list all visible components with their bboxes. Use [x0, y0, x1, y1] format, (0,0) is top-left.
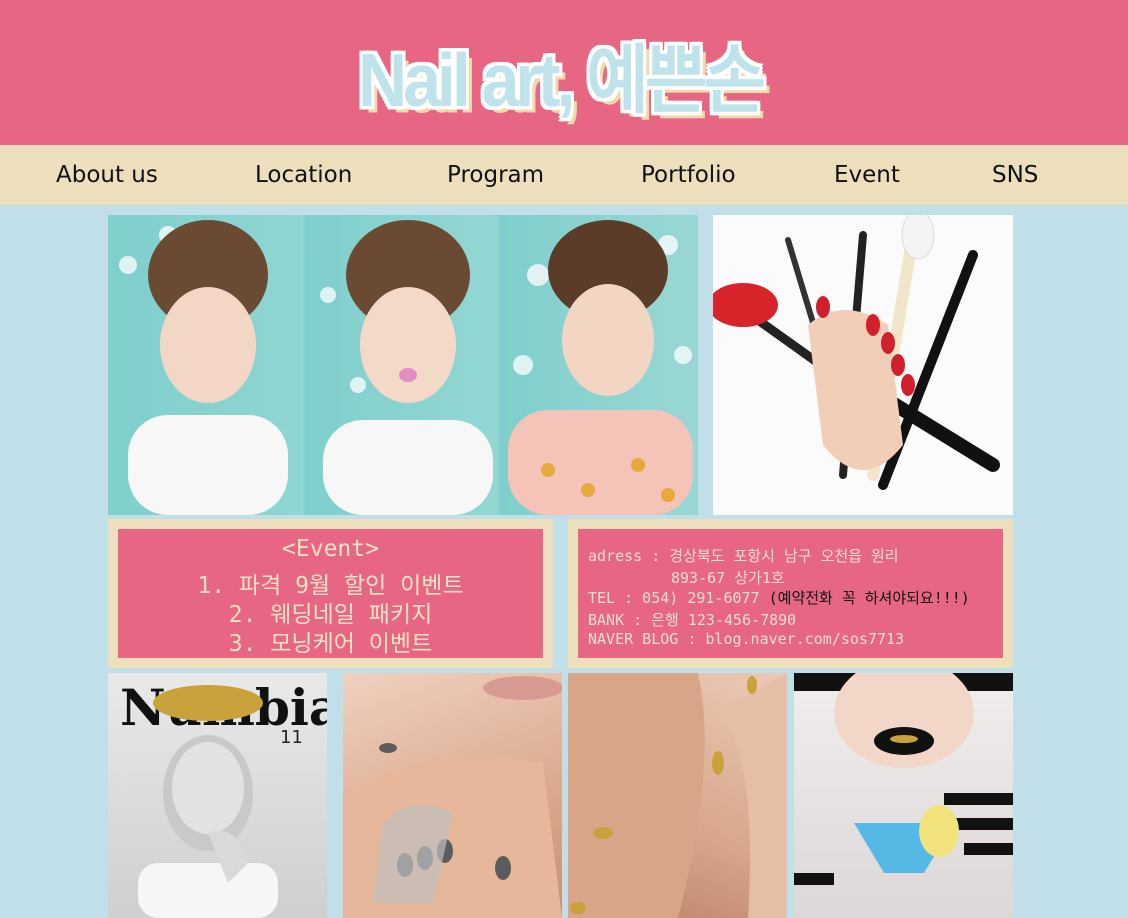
nav-program[interactable]: Program: [447, 162, 544, 188]
portfolio-photo-gold-nails[interactable]: [568, 673, 787, 918]
tel-number[interactable]: TEL : 054) 291-6077: [588, 589, 760, 607]
address-line-1: adress : 경상북도 포항시 남구 오천읍 원리: [588, 547, 899, 565]
portfolio-photo-magazine[interactable]: Numbia 11: [108, 673, 327, 918]
glitter-nails-illustration: [343, 676, 562, 918]
address-line-2: 893-67 상가1호: [671, 569, 785, 587]
models-illustration: [119, 220, 693, 515]
tel-line: TEL : 054) 291-6077 (예약전화 꼭 하셔야되요!!!): [588, 587, 970, 608]
site-logo[interactable]: Nail art, 예쁜손: [358, 13, 766, 134]
makeup-brushes-illustration: [713, 215, 1000, 490]
contact-info-panel-inner: adress : 경상북도 포항시 남구 오천읍 원리 893-67 상가1호 …: [578, 529, 1003, 658]
hero-photo-brushes: [713, 215, 1013, 515]
hero-photo-models: [108, 215, 698, 515]
tel-note: (예약전화 꼭 하셔야되요!!!): [768, 589, 970, 607]
contact-info-panel: adress : 경상북도 포항시 남구 오천읍 원리 893-67 상가1호 …: [568, 519, 1013, 668]
blog-line[interactable]: NAVER BLOG : blog.naver.com/sos7713: [588, 630, 904, 648]
portfolio-photo-black-lips[interactable]: [794, 673, 1013, 918]
gold-nails-illustration: [568, 673, 787, 918]
site-header: Nail art, 예쁜손: [0, 0, 1128, 145]
event-title: <Event>: [282, 536, 379, 562]
nav-portfolio[interactable]: Portfolio: [641, 162, 736, 188]
magazine-issue: 11: [280, 727, 303, 748]
nav-event[interactable]: Event: [834, 162, 900, 188]
event-item-3[interactable]: 3. 모닝케어 이벤트: [118, 624, 543, 658]
nav-location[interactable]: Location: [255, 162, 352, 188]
nav-sns[interactable]: SNS: [992, 162, 1038, 188]
nav-about-us[interactable]: About us: [56, 162, 158, 188]
bank-line: BANK : 은행 123-456-7890: [588, 611, 797, 629]
main-nav: About us Location Program Portfolio Even…: [0, 145, 1128, 205]
portfolio-photo-glitter-nails[interactable]: [343, 673, 562, 918]
event-panel: <Event> 1. 파격 9월 할인 이벤트 2. 웨딩네일 패키지 3. 모…: [108, 519, 553, 668]
event-panel-inner: <Event> 1. 파격 9월 할인 이벤트 2. 웨딩네일 패키지 3. 모…: [118, 529, 543, 658]
magazine-cover-illustration: Numbia 11: [120, 678, 327, 918]
black-lips-illustration: [794, 673, 1013, 885]
